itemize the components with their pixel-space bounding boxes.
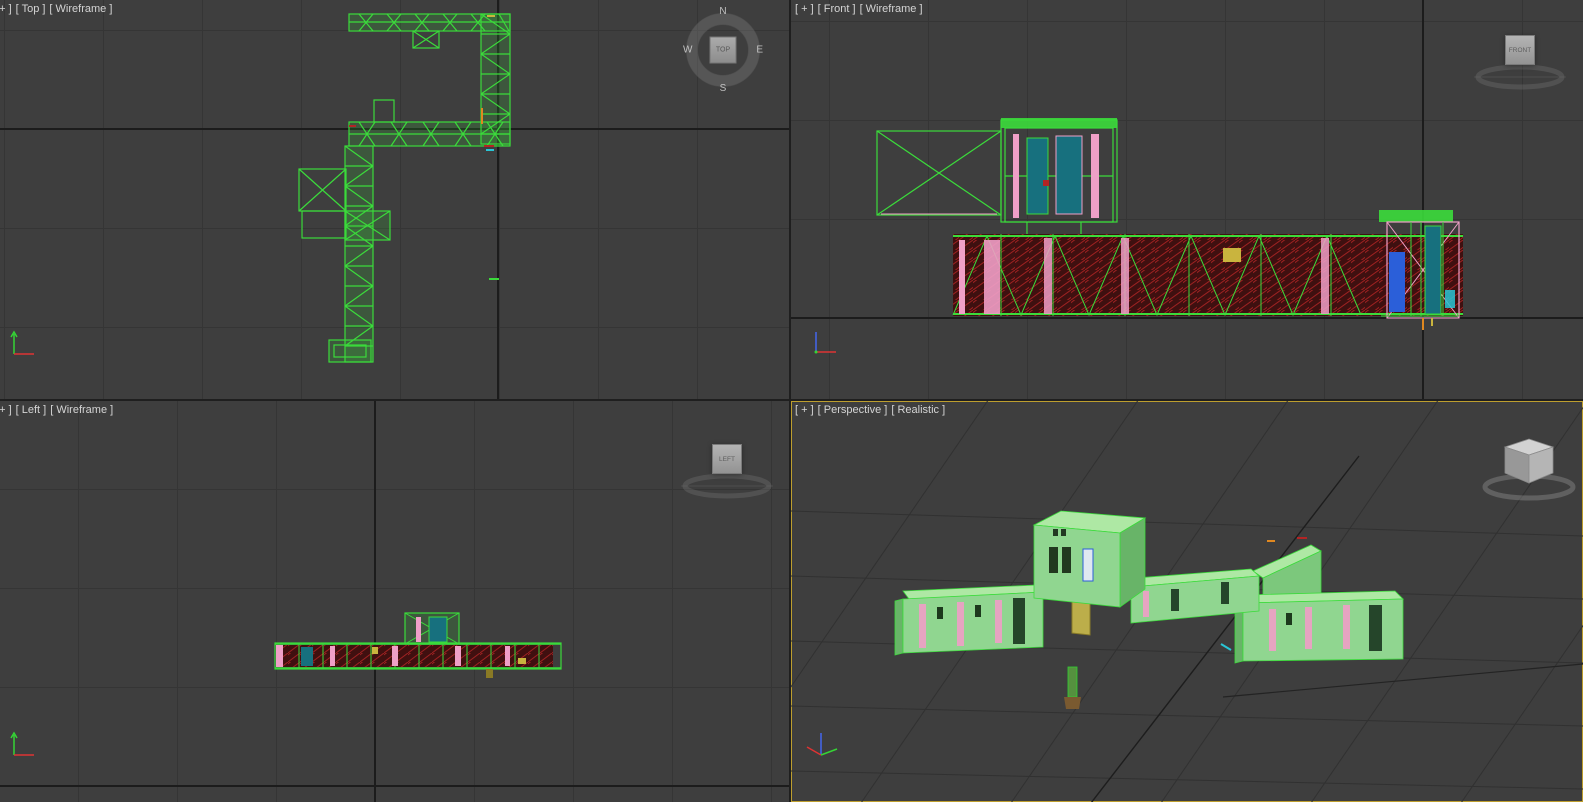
compass-south[interactable]: S xyxy=(720,83,727,94)
viewport-menu-general[interactable]: [ + ] xyxy=(795,3,814,15)
viewport-menu-pov[interactable]: [ Front ] xyxy=(818,3,856,15)
viewport-menu-general[interactable]: [ + ] xyxy=(795,404,814,416)
viewport-label: [ + ] [ Top ][ Wireframe ] xyxy=(0,3,116,15)
viewport-menu-shading[interactable]: [ Realistic ] xyxy=(891,404,945,416)
axis-tripod xyxy=(11,733,34,755)
axis-tripod xyxy=(11,332,34,354)
compass-west[interactable]: W xyxy=(683,45,692,56)
viewport-menu-pov[interactable]: [ Top ] xyxy=(16,3,46,15)
viewcube-top-face[interactable]: TOP xyxy=(710,37,737,64)
left-view-wireframe xyxy=(0,401,789,802)
perspective-view-shaded xyxy=(791,401,1583,802)
viewport-label: [ + ] [ Front ] [ Wireframe ] xyxy=(795,3,927,15)
viewport-menu-shading[interactable]: [ Wireframe ] xyxy=(49,3,112,15)
compass-east[interactable]: E xyxy=(756,45,763,56)
top-view-wireframe xyxy=(0,0,789,399)
viewport-menu-general[interactable]: [ + ] xyxy=(0,3,12,15)
compass-north[interactable]: N xyxy=(719,6,726,17)
viewport-layout: [ + ][ Top ][ Wireframe ] N S E W TOP xyxy=(0,0,1583,802)
viewport-top[interactable]: [ + ] [ Top ][ Wireframe ] N S E W TOP xyxy=(0,0,789,399)
viewcube-perspective[interactable] xyxy=(1485,439,1573,498)
viewport-menu-shading[interactable]: [ Wireframe ] xyxy=(860,3,923,15)
viewport-menu-general[interactable]: [ + ] xyxy=(0,404,12,416)
viewcube-left[interactable]: LEFT xyxy=(679,442,775,506)
axis-tripod xyxy=(807,733,837,755)
viewport-label: [ + ] [ Left ][ Wireframe ] xyxy=(0,404,117,416)
viewcube-compass[interactable]: N S E W TOP xyxy=(678,5,768,95)
viewport-menu-pov[interactable]: [ Left ] xyxy=(16,404,47,416)
viewport-front[interactable]: [ + ] [ Front ] [ Wireframe ] FRONT xyxy=(791,0,1583,399)
viewcube-face-label[interactable]: LEFT xyxy=(712,444,742,474)
viewcube-face-label[interactable]: FRONT xyxy=(1505,35,1535,65)
viewport-menu-shading[interactable]: [ Wireframe ] xyxy=(50,404,113,416)
front-view-wireframe xyxy=(791,0,1583,399)
axis-tripod xyxy=(815,332,837,354)
viewport-label: [ + ] [ Perspective ][ Realistic ] xyxy=(795,404,949,416)
viewport-menu-pov[interactable]: [ Perspective ] xyxy=(818,404,888,416)
viewcube-front[interactable]: FRONT xyxy=(1472,33,1568,97)
viewport-left[interactable]: [ + ] [ Left ][ Wireframe ] LEFT xyxy=(0,401,789,802)
viewport-perspective[interactable]: [ + ] [ Perspective ][ Realistic ] xyxy=(791,401,1583,802)
